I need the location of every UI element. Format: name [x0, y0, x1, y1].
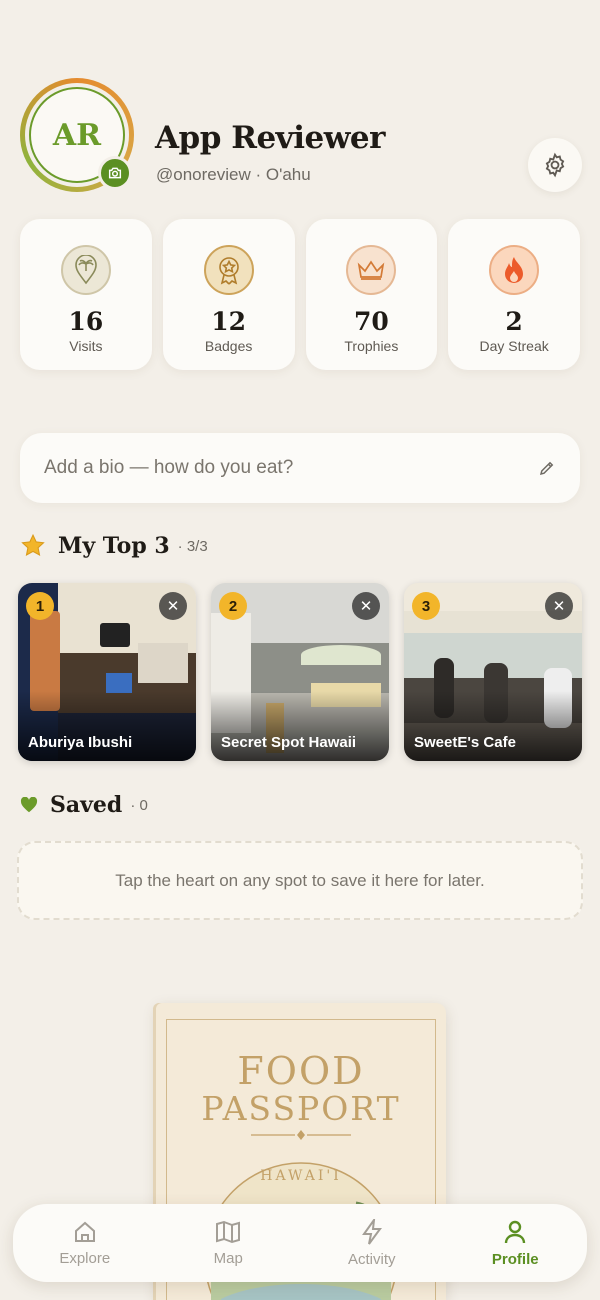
lightning-icon [361, 1218, 382, 1245]
flame-icon [489, 245, 540, 295]
map-pin-palm-icon [60, 245, 111, 295]
top3-header: My Top 3 · 3/3 [20, 533, 208, 559]
crown-icon [346, 245, 397, 295]
profile-handle: @onoreview · O'ahu [156, 165, 311, 184]
remove-icon[interactable]: ✕ [352, 592, 380, 620]
stat-badges[interactable]: 12 Badges [162, 219, 295, 370]
top3-card[interactable]: 3 ✕ SweetE's Cafe [404, 583, 582, 761]
divider-ornament [251, 1130, 351, 1140]
top3-count: · 3/3 [177, 537, 208, 555]
top3-card[interactable]: 2 ✕ Secret Spot Hawaii [211, 583, 389, 761]
nav-profile[interactable]: Profile [444, 1204, 588, 1282]
star-icon [21, 533, 45, 557]
nav-label: Activity [347, 1250, 396, 1268]
map-icon [216, 1220, 241, 1243]
saved-title: Saved [50, 792, 123, 818]
passport-title-line2: PASSPORT [201, 1089, 401, 1128]
saved-header: Saved · 0 [20, 792, 148, 818]
stat-trophies[interactable]: 70 Trophies [305, 219, 438, 370]
stat-value: 2 [505, 307, 523, 336]
rank-badge: 2 [219, 592, 247, 620]
bio-placeholder: Add a bio — how do you eat? [44, 457, 294, 478]
settings-button[interactable] [528, 138, 582, 192]
rank-badge: 3 [412, 592, 440, 620]
star-medal-icon [203, 245, 254, 295]
person-icon [505, 1220, 526, 1243]
top3-list: 1 ✕ Aburiya Ibushi 2 ✕ Secret Spot Hawai… [18, 583, 582, 761]
saved-empty-state: Tap the heart on any spot to save it her… [17, 841, 583, 920]
stat-value: 12 [211, 307, 247, 336]
home-icon [74, 1221, 95, 1242]
remove-icon[interactable]: ✕ [159, 592, 187, 620]
stat-streak[interactable]: 2 Day Streak [448, 219, 580, 370]
bottom-nav: Explore Map Activity Profile [13, 1204, 587, 1282]
card-title: SweetE's Cafe [414, 734, 516, 751]
nav-label: Profile [491, 1250, 539, 1268]
stat-label: Trophies [344, 338, 399, 354]
card-title: Aburiya Ibushi [28, 734, 133, 751]
nav-label: Map [213, 1249, 243, 1267]
stat-label: Visits [69, 338, 103, 354]
bio-input[interactable]: Add a bio — how do you eat? [20, 433, 580, 503]
stat-label: Badges [204, 338, 253, 354]
avatar[interactable]: AR [20, 78, 134, 192]
heart-icon [20, 797, 38, 813]
top3-card[interactable]: 1 ✕ Aburiya Ibushi [18, 583, 196, 761]
saved-count: · 0 [130, 796, 148, 814]
rank-badge: 1 [26, 592, 54, 620]
remove-icon[interactable]: ✕ [545, 592, 573, 620]
nav-explore[interactable]: Explore [13, 1204, 157, 1282]
top3-title: My Top 3 [58, 533, 170, 559]
stat-visits[interactable]: 16 Visits [20, 219, 152, 370]
stats-row: 16 Visits 12 Badges 70 Trophies 2 Day St… [20, 219, 580, 370]
stat-value: 70 [353, 307, 389, 336]
stat-value: 16 [68, 307, 104, 336]
nav-label: Explore [59, 1249, 111, 1267]
passport-region: HAWAI'I [260, 1168, 342, 1184]
camera-icon[interactable] [98, 156, 132, 190]
nav-map[interactable]: Map [157, 1204, 301, 1282]
nav-activity[interactable]: Activity [300, 1204, 444, 1282]
card-title: Secret Spot Hawaii [221, 734, 357, 751]
profile-name: App Reviewer [155, 120, 385, 156]
stat-label: Day Streak [479, 338, 549, 354]
pencil-icon[interactable] [538, 459, 556, 477]
passport-title-line1: FOOD [237, 1049, 365, 1093]
gear-icon [545, 152, 565, 178]
